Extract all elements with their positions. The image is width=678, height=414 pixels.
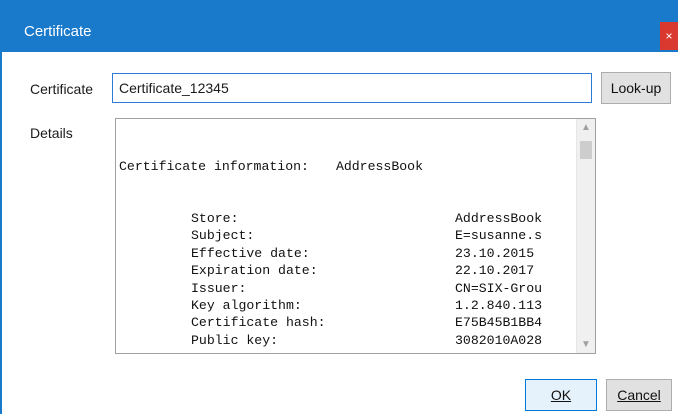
details-row-value: E75B45B1BB4: [455, 315, 543, 331]
details-header-value: AddressBook: [335, 158, 423, 174]
details-row: Subject: E=susanne.s: [119, 227, 572, 244]
details-row-key: Key algorithm:: [191, 297, 302, 313]
ok-label: OK: [550, 387, 572, 403]
details-row-key: Effective date:: [191, 245, 310, 261]
details-row-key: Certificate hash:: [191, 315, 326, 331]
cancel-label: Cancel: [617, 387, 661, 403]
details-row: Effective date: 23.10.2015: [119, 245, 572, 262]
details-row: Expiration date: 22.10.2017: [119, 262, 572, 279]
details-row-key: Subject:: [191, 228, 255, 244]
details-row-value: CN=SIX-Grou: [455, 280, 543, 296]
details-row-key: Serial number:: [119, 349, 302, 351]
details-row-value: 052A1F81105: [455, 349, 542, 351]
window-border: [0, 52, 2, 414]
scroll-thumb[interactable]: [580, 141, 592, 159]
details-row: Key algorithm: 1.2.840.113: [119, 297, 572, 314]
details-row: Issuer: CN=SIX-Grou: [119, 280, 572, 297]
scroll-down-arrow-icon[interactable]: ▼: [577, 336, 595, 353]
details-content: Certificate information: AddressBook Stor…: [119, 123, 572, 351]
scroll-up-arrow-icon[interactable]: ▲: [577, 119, 595, 136]
cancel-button[interactable]: Cancel: [606, 379, 672, 411]
details-row: Public key: 3082010A028: [119, 332, 572, 349]
certificate-label: Certificate: [30, 81, 94, 97]
lookup-button[interactable]: Look-up: [601, 72, 671, 104]
window-title: Certificate: [24, 23, 92, 40]
details-row-value: 23.10.2015: [455, 245, 543, 261]
details-row-value: 22.10.2017: [455, 263, 543, 279]
details-header-key: Certificate information:: [119, 158, 309, 174]
details-row-key: Store:: [191, 211, 239, 227]
details-row: Certificate hash: E75B45B1BB4: [119, 314, 572, 331]
details-row-key: Expiration date:: [191, 263, 318, 279]
details-row-key: Public key:: [191, 332, 279, 348]
details-row: Serial number: 052A1F81105: [119, 349, 572, 351]
close-button[interactable]: ×: [660, 22, 678, 50]
details-row-value: AddressBook: [455, 211, 543, 227]
ok-button[interactable]: OK: [525, 379, 597, 411]
details-label: Details: [30, 125, 73, 141]
title-bar: Certificate ×: [0, 0, 678, 52]
details-row: Store: AddressBook: [119, 210, 572, 227]
details-textarea[interactable]: Certificate information: AddressBook Stor…: [115, 118, 596, 354]
details-row-value: E=susanne.s: [455, 228, 543, 244]
details-row-value: 3082010A028: [455, 332, 543, 348]
details-row-key: Issuer:: [191, 280, 247, 296]
details-scrollbar[interactable]: ▲ ▼: [576, 119, 595, 353]
details-row-value: 1.2.840.113: [455, 297, 543, 313]
certificate-input[interactable]: [112, 73, 592, 103]
close-icon: ×: [665, 29, 673, 43]
details-header: Certificate information: AddressBook: [119, 158, 572, 175]
